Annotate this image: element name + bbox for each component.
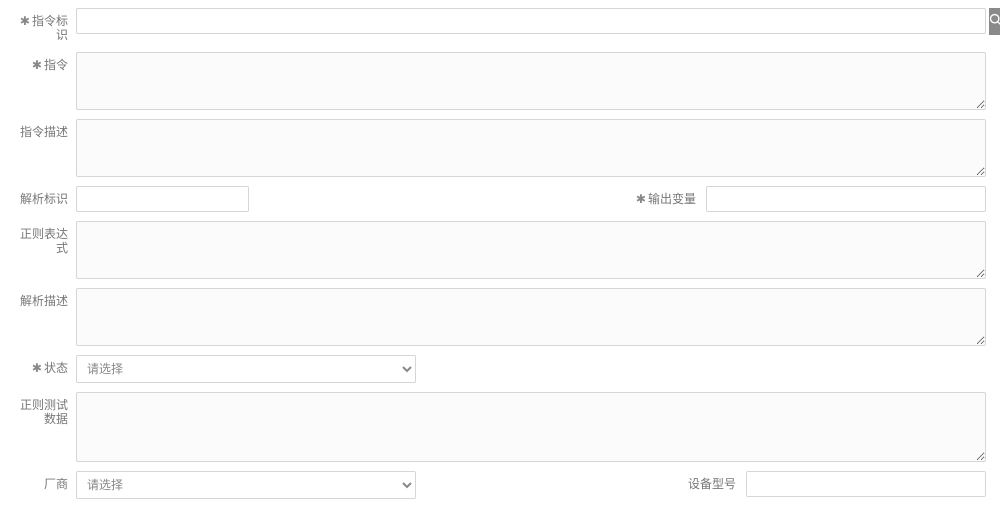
- search-icon: [989, 13, 1000, 30]
- label-status: ✱状态: [14, 355, 76, 375]
- label-parse-desc: 解析描述: [14, 288, 76, 308]
- regex-test-textarea[interactable]: [76, 392, 986, 462]
- label-cmd-desc: 指令描述: [14, 119, 76, 139]
- device-model-input[interactable]: [746, 471, 986, 497]
- label-vendor: 厂商: [14, 471, 76, 491]
- parse-id-input[interactable]: [76, 186, 249, 212]
- search-button[interactable]: [989, 8, 1000, 35]
- label-cmd: ✱指令: [14, 52, 76, 72]
- regex-textarea[interactable]: [76, 221, 986, 279]
- label-parse-id: 解析标识: [14, 186, 76, 206]
- label-output-var: ✱输出变量: [249, 186, 706, 206]
- cmd-textarea[interactable]: [76, 52, 986, 110]
- parse-desc-textarea[interactable]: [76, 288, 986, 346]
- cmd-desc-textarea[interactable]: [76, 119, 986, 177]
- cmd-id-input[interactable]: [76, 8, 986, 34]
- label-regex-test: 正则测试数据: [14, 392, 76, 427]
- vendor-select[interactable]: 请选择: [76, 471, 416, 499]
- label-cmd-id: ✱指令标识: [14, 8, 76, 43]
- label-device-model: 设备型号: [416, 471, 746, 491]
- status-select[interactable]: 请选择: [76, 355, 416, 383]
- label-regex: 正则表达式: [14, 221, 76, 256]
- output-var-input[interactable]: [706, 186, 986, 212]
